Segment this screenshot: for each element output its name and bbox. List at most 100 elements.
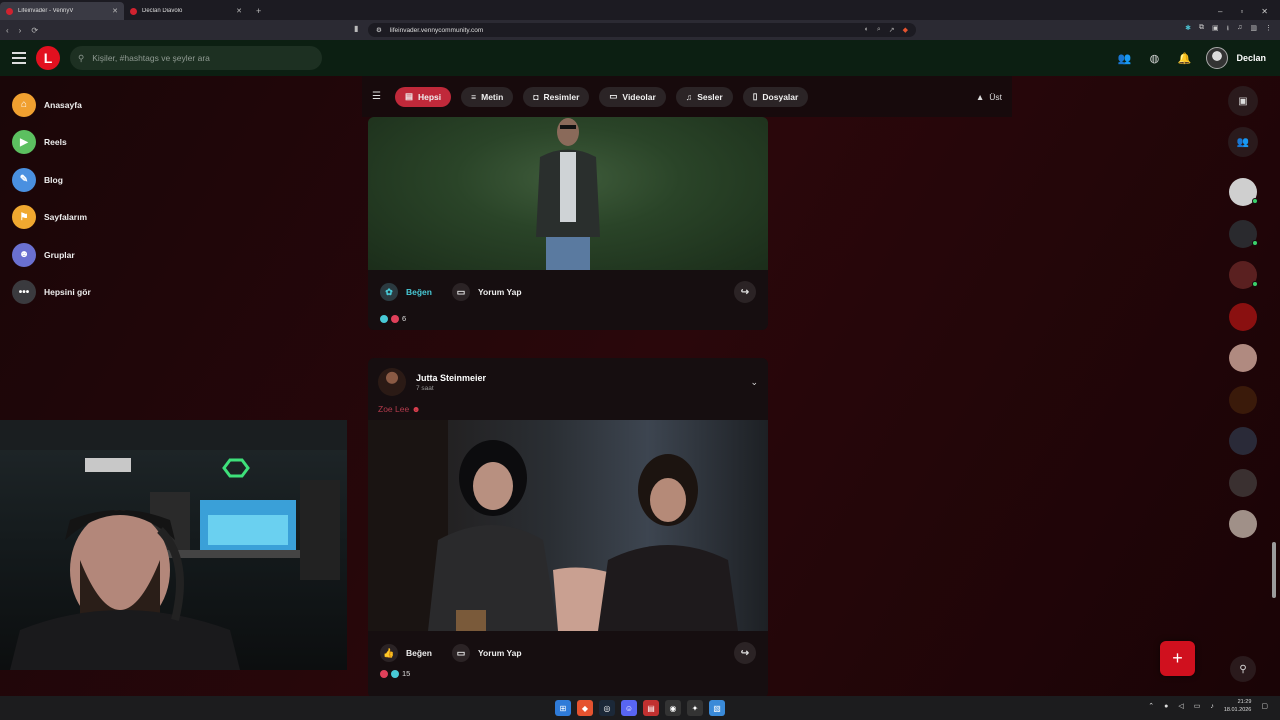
browser-tab-2[interactable]: Declan Diavolo ✕ bbox=[124, 2, 248, 20]
favicon-icon bbox=[130, 7, 137, 15]
post-image[interactable] bbox=[368, 117, 768, 270]
sidebar-icon[interactable]: ▥ bbox=[1250, 24, 1257, 35]
like-button[interactable]: ✿ Beğen bbox=[380, 283, 432, 301]
discord-icon[interactable]: ☺ bbox=[621, 700, 637, 716]
mention-link[interactable]: Zoe Lee bbox=[378, 404, 409, 414]
comment-button[interactable]: ▭ Yorum Yap bbox=[451, 644, 522, 662]
comment-button[interactable]: ▭ Yorum Yap bbox=[451, 283, 522, 301]
close-tab-icon[interactable]: ✕ bbox=[112, 7, 118, 15]
download-icon[interactable]: ⭳ bbox=[1227, 24, 1229, 35]
contact-avatar[interactable] bbox=[1229, 302, 1257, 331]
avatar[interactable] bbox=[378, 368, 406, 396]
brave-browser-icon[interactable]: ◆ bbox=[577, 700, 593, 716]
contact-avatar[interactable] bbox=[1229, 261, 1258, 289]
sidebar-item-pages[interactable]: ⚑ Sayfalarım bbox=[12, 199, 132, 237]
puzzle-icon[interactable]: ⧉ bbox=[1199, 24, 1204, 35]
contact-avatar[interactable] bbox=[1229, 510, 1257, 538]
close-tab-icon[interactable]: ✕ bbox=[236, 7, 242, 15]
start-icon[interactable]: ⊞ bbox=[555, 700, 571, 716]
sidebar-item-reels[interactable]: ▶ Reels bbox=[12, 124, 132, 162]
tracking-icon[interactable]: ◐ bbox=[865, 26, 869, 34]
friends-icon[interactable]: 👥 bbox=[1116, 50, 1132, 66]
post-image[interactable] bbox=[368, 420, 768, 631]
reload-icon[interactable]: ⟳ bbox=[31, 26, 38, 35]
contact-avatar[interactable] bbox=[1229, 178, 1258, 206]
group-chat-icon[interactable]: 👥 bbox=[1228, 127, 1258, 157]
app-icon[interactable]: ▧ bbox=[709, 700, 725, 716]
scene-illustration bbox=[368, 420, 738, 631]
scroll-top-button[interactable]: ▲ Üst bbox=[976, 92, 1002, 102]
forward-icon[interactable]: › bbox=[19, 26, 22, 35]
clock[interactable]: 21:29 18.01.2026 bbox=[1224, 698, 1252, 714]
share-icon[interactable]: ↪ bbox=[734, 642, 756, 664]
like-label: Beğen bbox=[406, 287, 432, 297]
like-button[interactable]: 👍 Beğen bbox=[380, 644, 432, 662]
sidebar-item-home[interactable]: ⌂ Anasayfa bbox=[12, 86, 132, 124]
reaction-summary[interactable]: 15 bbox=[368, 669, 768, 678]
app-icon[interactable]: ◉ bbox=[665, 700, 681, 716]
filter-videos[interactable]: ▭ Videolar bbox=[599, 86, 666, 107]
flag-icon: ⚑ bbox=[12, 205, 36, 230]
bell-icon[interactable]: 🔔 bbox=[1176, 50, 1192, 66]
notifications-icon[interactable]: ▢ bbox=[1261, 702, 1268, 710]
close-window-icon[interactable]: ✕ bbox=[1261, 7, 1268, 16]
back-icon[interactable]: ‹ bbox=[6, 26, 9, 35]
contact-avatar[interactable] bbox=[1229, 344, 1257, 372]
zoom-icon[interactable]: ⌕ bbox=[877, 26, 881, 34]
extension-icon[interactable]: ✱ bbox=[1185, 24, 1191, 35]
media-icon[interactable]: ♫ bbox=[1237, 24, 1242, 35]
sidebar-item-groups[interactable]: ☻ Gruplar bbox=[12, 236, 132, 274]
filter-images[interactable]: ◘ Resimler bbox=[523, 86, 590, 107]
contact-avatar[interactable] bbox=[1229, 468, 1257, 497]
maximize-icon[interactable]: ▫ bbox=[1240, 7, 1243, 16]
url-field[interactable]: ⚙ lifeinvader.vennycommunity.com ◐ ⌕ ↗ ◆ bbox=[368, 23, 916, 37]
filter-sounds[interactable]: ♫ Sesler bbox=[675, 86, 733, 107]
browser-tab-1[interactable]: Lifeinvader - VennyV ✕ bbox=[0, 2, 124, 20]
speaker-icon[interactable]: ♪ bbox=[1210, 703, 1214, 710]
sidebar-item-see-all[interactable]: ••• Hepsini gör bbox=[12, 274, 132, 312]
chat-icon[interactable]: ▣ bbox=[1228, 86, 1258, 116]
sidebar-item-blog[interactable]: ✎ Blog bbox=[12, 161, 132, 199]
reaction-summary[interactable]: 6 bbox=[368, 314, 768, 323]
share-page-icon[interactable]: ↗ bbox=[889, 26, 895, 34]
minimize-icon[interactable]: – bbox=[1218, 7, 1222, 16]
volume-icon[interactable]: ◁ bbox=[1178, 702, 1183, 710]
menu-icon[interactable]: ⋮ bbox=[1265, 24, 1272, 35]
mic-icon[interactable]: ● bbox=[1164, 703, 1168, 710]
user-menu[interactable]: Declan bbox=[1206, 47, 1266, 69]
filter-settings-icon[interactable]: ☰ bbox=[372, 91, 381, 102]
contact-avatar[interactable] bbox=[1229, 219, 1258, 248]
scrollbar-thumb[interactable] bbox=[1272, 542, 1276, 598]
tab-title: Lifeinvader - VennyV bbox=[18, 8, 74, 14]
bookmark-icon[interactable]: ▮ bbox=[354, 24, 358, 33]
new-tab-icon[interactable]: + bbox=[248, 2, 269, 20]
filter-files[interactable]: ▯ Dosyalar bbox=[742, 86, 809, 107]
chevron-down-icon[interactable]: ⌄ bbox=[750, 377, 758, 388]
site-info-icon[interactable]: ⚙ bbox=[376, 26, 382, 34]
network-icon[interactable]: ▭ bbox=[1194, 702, 1201, 710]
comment-icon: ▭ bbox=[451, 283, 470, 301]
reaction-count: 6 bbox=[402, 314, 407, 323]
filter-label: Metin bbox=[481, 91, 504, 102]
app-icon[interactable]: ▤ bbox=[643, 700, 659, 716]
logo[interactable]: L bbox=[36, 46, 60, 70]
contact-avatar[interactable] bbox=[1229, 385, 1257, 414]
screenshot-icon[interactable]: ▣ bbox=[1212, 24, 1219, 35]
contact-avatar[interactable] bbox=[1229, 427, 1257, 455]
find-people-icon[interactable]: ⚲ bbox=[1230, 656, 1256, 682]
create-post-button[interactable]: + bbox=[1160, 641, 1195, 676]
scrollbar[interactable] bbox=[1271, 76, 1277, 696]
steam-icon[interactable]: ◎ bbox=[599, 700, 615, 716]
hamburger-icon[interactable] bbox=[12, 52, 26, 64]
app-icon[interactable]: ✦ bbox=[687, 700, 703, 716]
post-time[interactable]: 7 saat bbox=[416, 385, 486, 392]
shield-icon[interactable]: ◆ bbox=[903, 26, 908, 34]
filter-text[interactable]: ≡ Metin bbox=[461, 86, 514, 107]
share-icon[interactable]: ↪ bbox=[734, 281, 756, 303]
tray-chevron-icon[interactable]: ⌃ bbox=[1148, 702, 1154, 710]
filter-all[interactable]: ▤ Hepsi bbox=[394, 86, 452, 107]
post-author[interactable]: Jutta Steinmeier bbox=[416, 373, 486, 383]
search-input[interactable]: ⚲ Kişiler, #hashtags ve şeyler ara bbox=[70, 46, 322, 70]
post-filter-bar: ☰ ▤ Hepsi ≡ Metin ◘ Resimler ▭ Videolar … bbox=[362, 76, 1012, 117]
messages-icon[interactable]: ◍ bbox=[1146, 50, 1162, 66]
